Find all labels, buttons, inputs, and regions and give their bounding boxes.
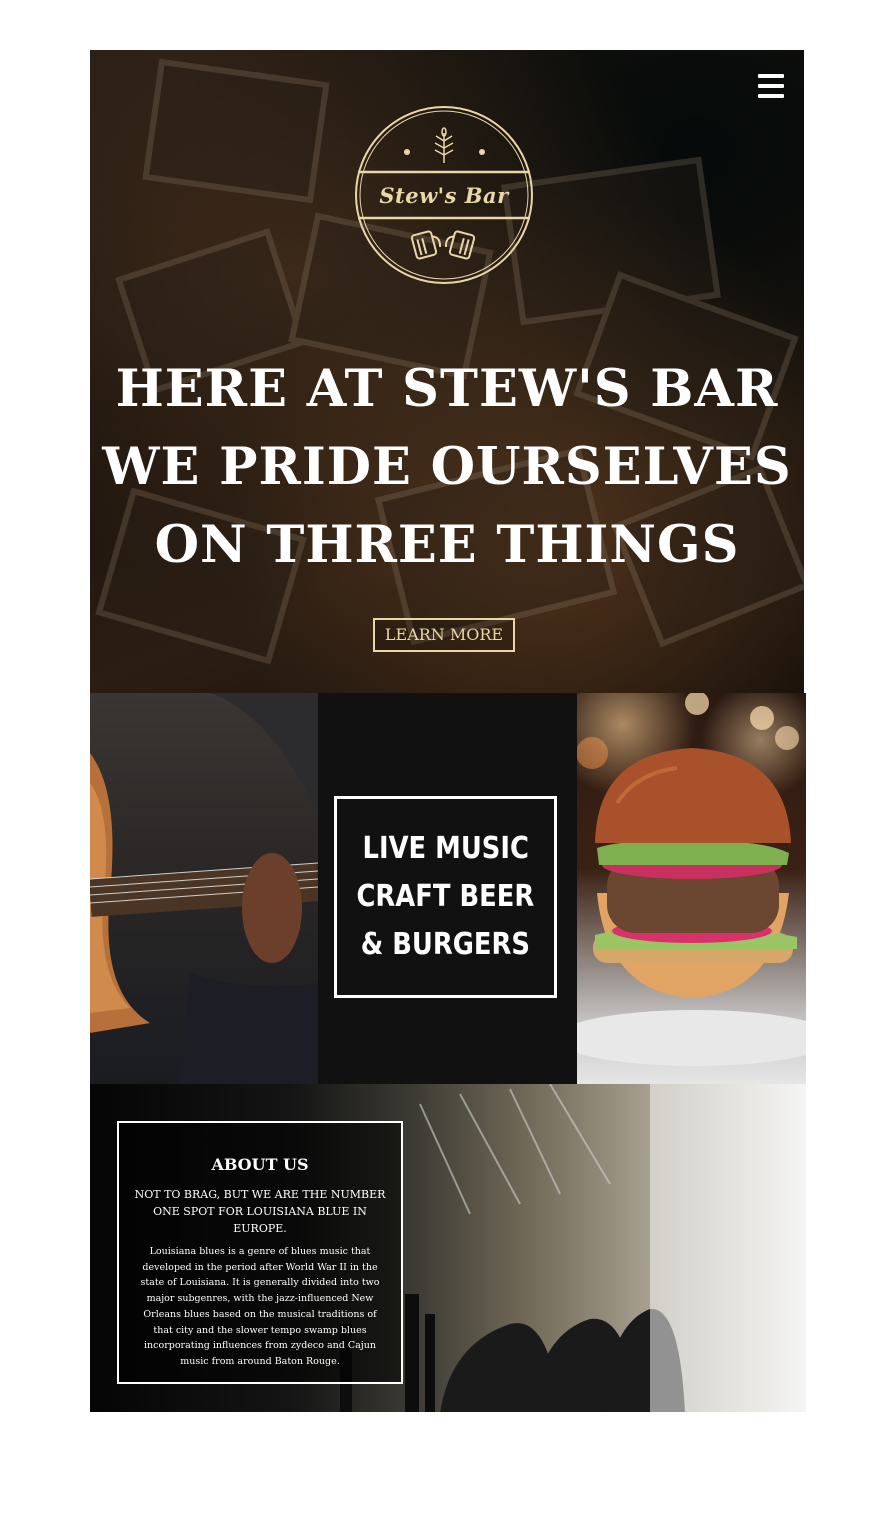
logo-name: Stew's Bar xyxy=(379,183,509,208)
hero-headline-line: ON THREE THINGS xyxy=(154,515,740,575)
about-us-box: ABOUT US NOT TO BRAG, BUT WE ARE THE NUM… xyxy=(117,1121,403,1384)
features-box: LIVE MUSIC CRAFT BEER & BURGERS xyxy=(334,796,557,998)
about-subtitle: NOT TO BRAG, BUT WE ARE THE NUMBER ONE S… xyxy=(134,1188,386,1235)
burger-illustration xyxy=(577,693,806,1066)
page: Stew's Bar HERE AT STEW'S BAR WE PRIDE O… xyxy=(0,0,890,1518)
hero-headline-line: HERE AT STEW'S BAR xyxy=(115,359,779,419)
features-section: LIVE MUSIC CRAFT BEER & BURGERS xyxy=(90,693,806,1084)
guitar-illustration xyxy=(90,693,318,1084)
burger-photo xyxy=(577,693,806,1084)
feature-burgers: & BURGERS xyxy=(360,927,531,962)
feature-craft-beer: CRAFT BEER xyxy=(356,879,535,914)
about-body-text: Louisiana blues is a genre of blues musi… xyxy=(140,1246,380,1367)
feature-live-music: LIVE MUSIC xyxy=(362,831,529,866)
hero-section: Stew's Bar HERE AT STEW'S BAR WE PRIDE O… xyxy=(90,50,804,693)
wheat-icon xyxy=(434,127,454,163)
guitar-player-photo xyxy=(90,693,318,1084)
about-title: ABOUT US xyxy=(211,1155,309,1174)
features-panel: LIVE MUSIC CRAFT BEER & BURGERS xyxy=(318,693,577,1084)
hero-headline: HERE AT STEW'S BAR WE PRIDE OURSELVES ON… xyxy=(90,350,804,584)
about-section: ABOUT US NOT TO BRAG, BUT WE ARE THE NUM… xyxy=(90,1084,806,1412)
beer-mugs-icon xyxy=(410,230,476,260)
menu-hamburger-icon[interactable] xyxy=(758,74,784,98)
stews-bar-logo: Stew's Bar xyxy=(354,105,534,285)
hero-headline-line: WE PRIDE OURSELVES xyxy=(102,437,792,497)
learn-more-button[interactable]: LEARN MORE xyxy=(373,618,515,652)
